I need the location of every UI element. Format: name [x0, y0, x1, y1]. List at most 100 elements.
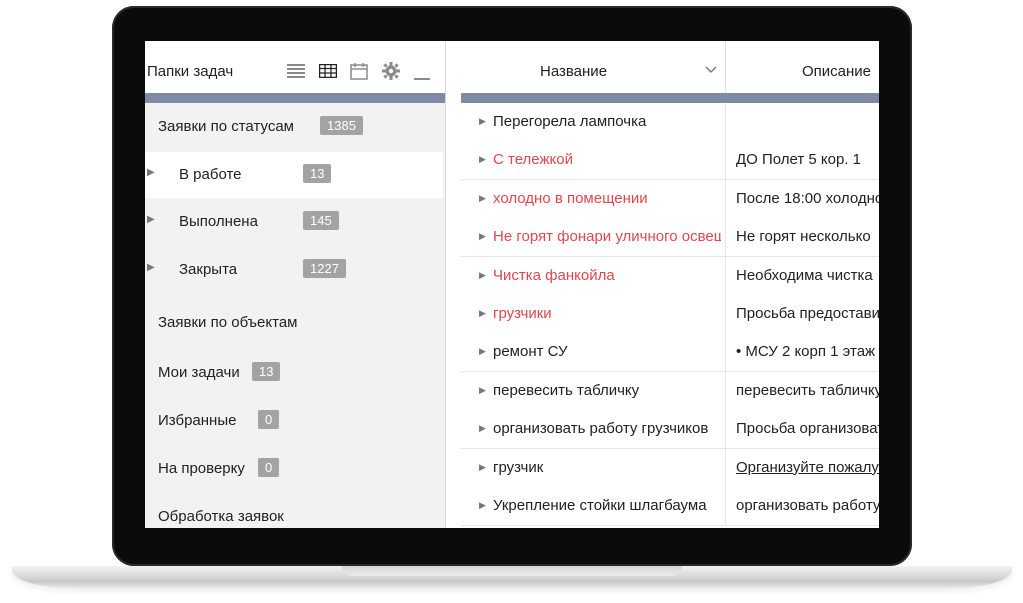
table-row[interactable]: ▶ перевесить табличку перевесить табличку	[461, 371, 879, 411]
count-badge: 1227	[303, 259, 346, 278]
row-expand-icon[interactable]: ▶	[479, 154, 486, 165]
tasks-table: Название Описание ▶ Перегорела лампочка ▶ С…	[461, 41, 879, 528]
folders-header: Папки задач	[145, 41, 445, 93]
folder-item[interactable]: Мои задачи 13	[145, 350, 445, 396]
task-name[interactable]: грузчики	[493, 305, 721, 322]
task-description: Необходима чистка	[736, 266, 873, 284]
table-row[interactable]: ▶ Укрепление стойки шлагбаума организовать…	[461, 487, 879, 526]
cell-separator	[725, 141, 726, 180]
table-row[interactable]: ▶ Перегорела лампочка	[461, 103, 879, 142]
count-badge: 0	[258, 458, 280, 477]
cell-separator	[725, 295, 726, 333]
laptop-notch	[342, 566, 682, 576]
table-header-strip	[461, 93, 879, 103]
table-row[interactable]: ▶ Не горят фонари уличного освещения Не го…	[461, 218, 879, 258]
table-row[interactable]: ▶ холодно в помещении После 18:00 холодно	[461, 179, 879, 219]
task-name[interactable]: Перегорела лампочка	[493, 113, 721, 130]
folder-item[interactable]: На проверку 0	[145, 446, 445, 492]
expand-arrow-icon[interactable]: ▶	[147, 262, 155, 273]
cell-separator	[725, 448, 726, 487]
count-badge: 1385	[320, 116, 363, 135]
folder-label: Заявки по объектам	[158, 314, 298, 331]
count-badge: 13	[303, 164, 332, 183]
table-header: Название Описание	[461, 41, 879, 94]
folder-item[interactable]: ▶ Закрыта 1227	[145, 247, 445, 293]
row-expand-icon[interactable]: ▶	[479, 385, 486, 396]
row-expand-icon[interactable]: ▶	[479, 423, 486, 434]
row-expand-icon[interactable]: ▶	[479, 308, 486, 319]
folder-label: На проверку	[158, 460, 245, 477]
cell-separator	[725, 410, 726, 449]
folder-label: Закрыта	[179, 261, 238, 278]
task-description: ДО Полет 5 кор. 1	[736, 151, 862, 169]
task-description[interactable]: Организуйте пожалуйста	[736, 459, 879, 476]
count-badge: 13	[252, 362, 281, 381]
row-expand-icon[interactable]: ▶	[479, 116, 486, 127]
expand-arrow-icon[interactable]: ▶	[147, 214, 155, 225]
cell-separator	[725, 371, 726, 410]
row-expand-icon[interactable]: ▶	[479, 193, 486, 204]
cell-separator	[725, 256, 726, 295]
grid-icon[interactable]	[319, 62, 337, 80]
folder-item[interactable]: Избранные 0	[145, 398, 445, 444]
row-expand-icon[interactable]: ▶	[479, 500, 486, 511]
task-name[interactable]: грузчик	[493, 459, 721, 476]
task-description: организовать работу	[736, 497, 879, 514]
folder-item[interactable]: Обработка заявок	[145, 494, 445, 528]
row-expand-icon[interactable]: ▶	[479, 346, 486, 357]
folder-item[interactable]: Заявки по статусам 1385	[145, 104, 445, 150]
task-name[interactable]: Не горят фонари уличного освещения	[493, 228, 721, 245]
task-name[interactable]: Чистка фанкойла	[493, 267, 721, 284]
folders-header-strip	[145, 93, 445, 103]
folder-label: Заявки по статусам	[158, 118, 294, 135]
screen: Папки задач Заявки по статусам 1385 ▶ В раб…	[145, 41, 879, 528]
folder-item[interactable]: ▶ Выполнена 145	[145, 199, 445, 245]
expand-arrow-icon[interactable]: ▶	[147, 167, 155, 178]
row-expand-icon[interactable]: ▶	[479, 270, 486, 281]
folder-item[interactable]: Заявки по объектам	[145, 300, 445, 346]
task-description: Просьба предоставить	[736, 305, 879, 322]
table-row[interactable]: ▶ С тележкой ДО Полет 5 кор. 1	[461, 141, 879, 181]
task-name[interactable]: холодно в помещении	[493, 190, 721, 207]
task-name[interactable]: Укрепление стойки шлагбаума	[493, 497, 721, 514]
gear-icon[interactable]	[382, 62, 400, 80]
folder-label: Избранные	[158, 412, 237, 429]
cell-separator	[725, 333, 726, 372]
task-name[interactable]: ремонт СУ	[493, 343, 721, 360]
task-description: После 18:00 холодно	[736, 189, 879, 207]
cell-separator	[725, 179, 726, 218]
calendar-icon[interactable]	[350, 62, 368, 80]
row-expand-icon[interactable]: ▶	[479, 231, 486, 242]
minimize-icon[interactable]	[413, 62, 431, 80]
folder-label: В работе	[179, 166, 242, 183]
table-row[interactable]: ▶ Чистка фанкойла Необходима чистка	[461, 256, 879, 296]
column-header-description[interactable]: Описание	[802, 63, 871, 80]
folders-title: Папки задач	[147, 63, 234, 80]
column-separator	[725, 41, 726, 93]
table-row[interactable]: ▶ грузчик Организуйте пожалуйста	[461, 448, 879, 488]
task-name[interactable]: С тележкой	[493, 151, 721, 168]
count-badge: 0	[258, 410, 280, 429]
chevron-down-icon[interactable]	[703, 61, 719, 77]
folder-label: Выполнена	[179, 213, 258, 230]
table-row[interactable]: ▶ организовать работу грузчиков Просьба ор…	[461, 410, 879, 450]
task-description: Не горят несколько	[736, 228, 871, 246]
task-description: перевесить табличку	[736, 381, 879, 399]
table-row[interactable]: ▶ грузчики Просьба предоставить	[461, 295, 879, 334]
folder-label: Мои задачи	[158, 364, 240, 381]
cell-separator	[725, 103, 726, 141]
folder-item[interactable]: ▶ В работе 13	[145, 152, 443, 198]
folder-label: Обработка заявок	[158, 508, 284, 525]
panel-gap	[446, 41, 461, 528]
column-header-name[interactable]: Название	[540, 63, 607, 80]
cell-separator	[725, 218, 726, 257]
list-icon[interactable]	[287, 62, 305, 80]
row-expand-icon[interactable]: ▶	[479, 462, 486, 473]
task-name[interactable]: организовать работу грузчиков	[493, 420, 721, 437]
cell-separator	[725, 487, 726, 525]
task-name[interactable]: перевесить табличку	[493, 382, 721, 399]
task-description: • МСУ 2 корп 1 этаж	[736, 343, 876, 361]
table-row[interactable]: ▶ ремонт СУ • МСУ 2 корп 1 этаж	[461, 333, 879, 373]
folders-panel: Папки задач Заявки по статусам 1385 ▶ В раб…	[145, 41, 445, 528]
task-description: Просьба организовать	[736, 420, 879, 438]
